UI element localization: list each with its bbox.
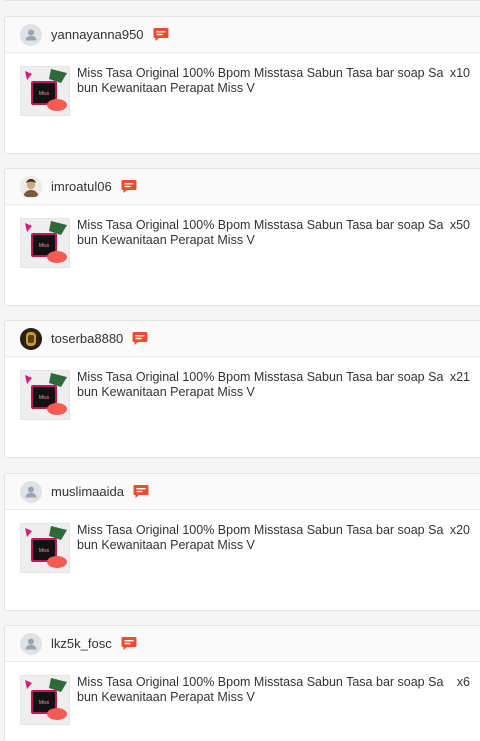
chat-bubble-icon[interactable] <box>132 331 148 346</box>
svg-text:Miss: Miss <box>39 548 50 554</box>
order-item[interactable]: Miss Miss Tasa Original 100% Bpom Missta… <box>5 53 480 116</box>
order-card: imroatul06 Miss Miss Tasa Original 100% … <box>4 168 480 306</box>
chat-bubble-icon[interactable] <box>133 484 149 499</box>
order-card: lkz5k_fosc Miss Miss Tasa Original 100% … <box>4 625 480 741</box>
product-thumbnail[interactable]: Miss <box>20 370 70 420</box>
item-quantity: x20 <box>449 523 470 537</box>
order-card-header: lkz5k_fosc <box>5 626 480 662</box>
product-thumbnail[interactable]: Miss <box>20 675 70 725</box>
order-card: muslimaaida Miss Miss Tasa Original 100%… <box>4 473 480 611</box>
user-icon <box>20 632 42 655</box>
product-title[interactable]: Miss Tasa Original 100% Bpom Misstasa Sa… <box>77 370 445 420</box>
store-logo-icon <box>20 327 42 350</box>
order-card: yannayanna950 Miss Miss Tasa Original 10… <box>4 16 480 154</box>
order-item[interactable]: Miss Miss Tasa Original 100% Bpom Missta… <box>5 510 480 573</box>
svg-text:Miss: Miss <box>39 243 50 249</box>
order-card-header: yannayanna950 <box>5 17 480 53</box>
username[interactable]: imroatul06 <box>51 179 112 194</box>
product-thumbnail[interactable]: Miss <box>20 66 70 116</box>
product-title[interactable]: Miss Tasa Original 100% Bpom Misstasa Sa… <box>77 675 445 725</box>
username[interactable]: lkz5k_fosc <box>51 636 112 651</box>
username[interactable]: yannayanna950 <box>51 27 144 42</box>
order-card-header: imroatul06 <box>5 169 480 205</box>
order-card: toserba8880 Miss Miss Tasa Original 100%… <box>4 320 480 458</box>
avatar[interactable] <box>20 480 42 503</box>
user-icon <box>20 480 42 503</box>
order-item[interactable]: Miss Miss Tasa Original 100% Bpom Missta… <box>5 357 480 420</box>
svg-text:Miss: Miss <box>39 700 50 706</box>
profile-photo-icon <box>20 175 42 198</box>
product-thumbnail[interactable]: Miss <box>20 218 70 268</box>
item-quantity: x10 <box>449 66 470 80</box>
order-item[interactable]: Miss Miss Tasa Original 100% Bpom Missta… <box>5 662 480 725</box>
username[interactable]: muslimaaida <box>51 484 124 499</box>
svg-text:Miss: Miss <box>39 395 50 401</box>
chat-bubble-icon[interactable] <box>153 27 169 42</box>
chat-bubble-icon[interactable] <box>121 179 137 194</box>
avatar[interactable] <box>20 23 42 46</box>
avatar[interactable] <box>20 175 42 198</box>
avatar[interactable] <box>20 327 42 350</box>
item-quantity: x50 <box>449 218 470 232</box>
item-quantity: x6 <box>456 675 470 689</box>
order-card-header: muslimaaida <box>5 474 480 510</box>
username[interactable]: toserba8880 <box>51 331 123 346</box>
order-card-header: toserba8880 <box>5 321 480 357</box>
order-item[interactable]: Miss Miss Tasa Original 100% Bpom Missta… <box>5 205 480 268</box>
item-quantity: x21 <box>449 370 470 384</box>
avatar[interactable] <box>20 632 42 655</box>
user-icon <box>20 23 42 46</box>
product-thumbnail[interactable]: Miss <box>20 523 70 573</box>
product-title[interactable]: Miss Tasa Original 100% Bpom Misstasa Sa… <box>77 66 445 116</box>
product-title[interactable]: Miss Tasa Original 100% Bpom Misstasa Sa… <box>77 523 445 573</box>
chat-bubble-icon[interactable] <box>121 636 137 651</box>
previous-card-edge <box>4 0 480 1</box>
svg-text:Miss: Miss <box>39 91 50 97</box>
product-title[interactable]: Miss Tasa Original 100% Bpom Misstasa Sa… <box>77 218 445 268</box>
